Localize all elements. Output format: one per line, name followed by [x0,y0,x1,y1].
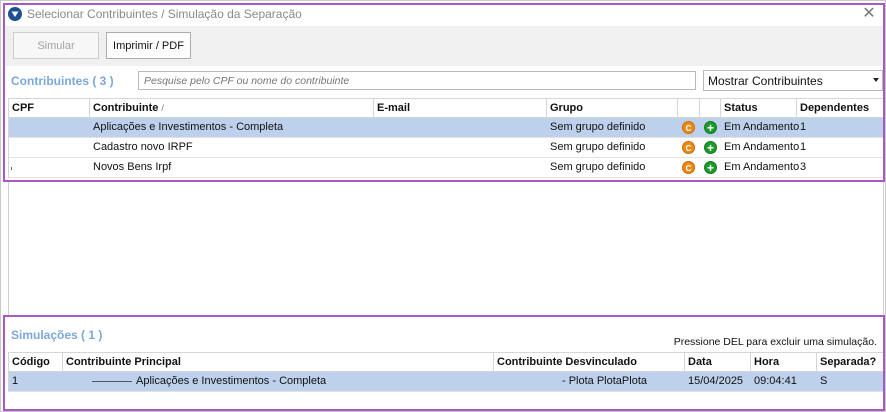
col-codigo-label: Código [12,356,50,368]
col-desvinculado-label: Contribuinte Desvinculado [497,356,637,368]
col-hora-label: Hora [754,356,780,368]
col-action[interactable] [700,99,721,118]
col-grupo[interactable]: Grupo [547,99,678,118]
shield-icon [8,7,22,21]
cell-contribuinte: Aplicações e Investimentos - Completa [93,121,284,133]
grid-border-left [8,182,9,315]
plus-circle-icon[interactable]: + [704,121,717,134]
col-dependentes[interactable]: Dependentes [797,99,884,118]
cell-cpf [9,118,90,137]
grid-border-right [883,182,884,315]
plus-circle-icon[interactable]: + [704,141,717,154]
cell-contribuinte: Cadastro novo IRPF [93,141,193,153]
col-desvinculado[interactable]: Contribuinte Desvinculado [494,353,685,372]
cell-codigo: 1 [12,375,19,387]
c-badge-icon[interactable]: C [682,121,695,134]
redacted-line [92,380,132,382]
col-badge[interactable] [678,99,700,118]
col-principal-label: Contribuinte Principal [66,356,181,368]
col-contribuinte[interactable]: Contribuinte / [90,99,374,118]
col-grupo-label: Grupo [550,102,583,114]
col-cpf-label: CPF [12,102,34,114]
filter-selected-value: Mostrar Contribuintes [708,73,823,88]
cell-grupo: Sem grupo definido [550,121,646,133]
col-data[interactable]: Data [685,353,751,372]
cell-status: Em Andamento [724,161,800,173]
simulacoes-title: Simulações ( 1 ) [11,328,103,342]
col-hora[interactable]: Hora [751,353,817,372]
cell-hora: 09:04:41 [754,375,797,387]
dialog-window: Selecionar Contribuintes / Simulação da … [0,0,886,412]
cell-status: Em Andamento [724,121,800,133]
simular-button[interactable]: Simular [13,32,99,59]
cell-grupo: Sem grupo definido [550,161,646,173]
col-cpf[interactable]: CPF [9,99,90,118]
delete-hint: Pressione DEL para excluir uma simulação… [673,336,877,348]
simulacoes-table: Código Contribuinte Principal Contribuin… [8,352,884,392]
toolbar: Simular Imprimir / PDF [5,26,883,66]
cell-desvinculado: - Plota PlotaPlota [562,375,647,387]
col-separada-label: Separada? [820,356,877,368]
cell-dependentes: 3 [800,161,807,173]
col-contribuinte-label: Contribuinte [93,102,159,114]
col-separada[interactable]: Separada? [817,353,884,372]
col-email-label: E-mail [377,102,411,114]
c-badge-icon[interactable]: C [682,161,695,174]
caret-down-icon [873,78,879,82]
cell-principal: Aplicações e Investimentos - Completa [89,372,494,391]
cell-cpf [9,138,90,157]
filter-dropdown[interactable]: Mostrar Contribuintes [703,70,883,91]
close-icon[interactable]: ✕ [860,5,878,23]
col-data-label: Data [688,356,712,368]
col-status-label: Status [724,102,758,114]
imprimir-pdf-button[interactable]: Imprimir / PDF [106,32,191,59]
cell-email [374,138,547,157]
table-row[interactable]: Novos Bens Irpf Sem grupo definido C + E… [9,158,883,178]
cell-grupo: Sem grupo definido [550,141,646,153]
col-status[interactable]: Status [721,99,797,118]
cell-cpf [9,158,90,177]
title-bar: Selecionar Contribuintes / Simulação da … [2,2,884,26]
plus-circle-icon[interactable]: + [704,161,717,174]
cell-contribuinte: Novos Bens Irpf [93,161,172,173]
cell-separada: S [820,375,828,387]
window-title: Selecionar Contribuintes / Simulação da … [27,7,302,21]
table-row[interactable]: Cadastro novo IRPF Sem grupo definido C … [9,138,883,158]
cell-data: 15/04/2025 [688,375,744,387]
c-badge-icon[interactable]: C [682,141,695,154]
col-principal[interactable]: Contribuinte Principal [63,353,494,372]
table-row[interactable]: Aplicações e Investimentos - Completa Se… [9,118,883,138]
table-header: CPF Contribuinte / E-mail Grupo Status De… [9,98,884,118]
col-dependentes-label: Dependentes [800,102,870,114]
cell-email [374,158,547,177]
table-row[interactable]: 1 Aplicações e Investimentos - Completa … [9,372,883,392]
search-input[interactable] [138,71,696,90]
cell-dependentes: 1 [800,141,807,153]
cell-status: Em Andamento [724,141,800,153]
cell-principal-text: Aplicações e Investimentos - Completa [136,375,327,387]
cell-dependentes: 1 [800,121,807,133]
table-header: Código Contribuinte Principal Contribuin… [9,352,884,372]
cell-email [374,118,547,137]
contribuintes-table: CPF Contribuinte / E-mail Grupo Status De… [8,98,884,178]
contribuintes-title: Contribuintes ( 3 ) [11,74,114,88]
col-codigo[interactable]: Código [9,353,63,372]
sort-indicator-icon: / [161,103,164,113]
col-email[interactable]: E-mail [374,99,547,118]
